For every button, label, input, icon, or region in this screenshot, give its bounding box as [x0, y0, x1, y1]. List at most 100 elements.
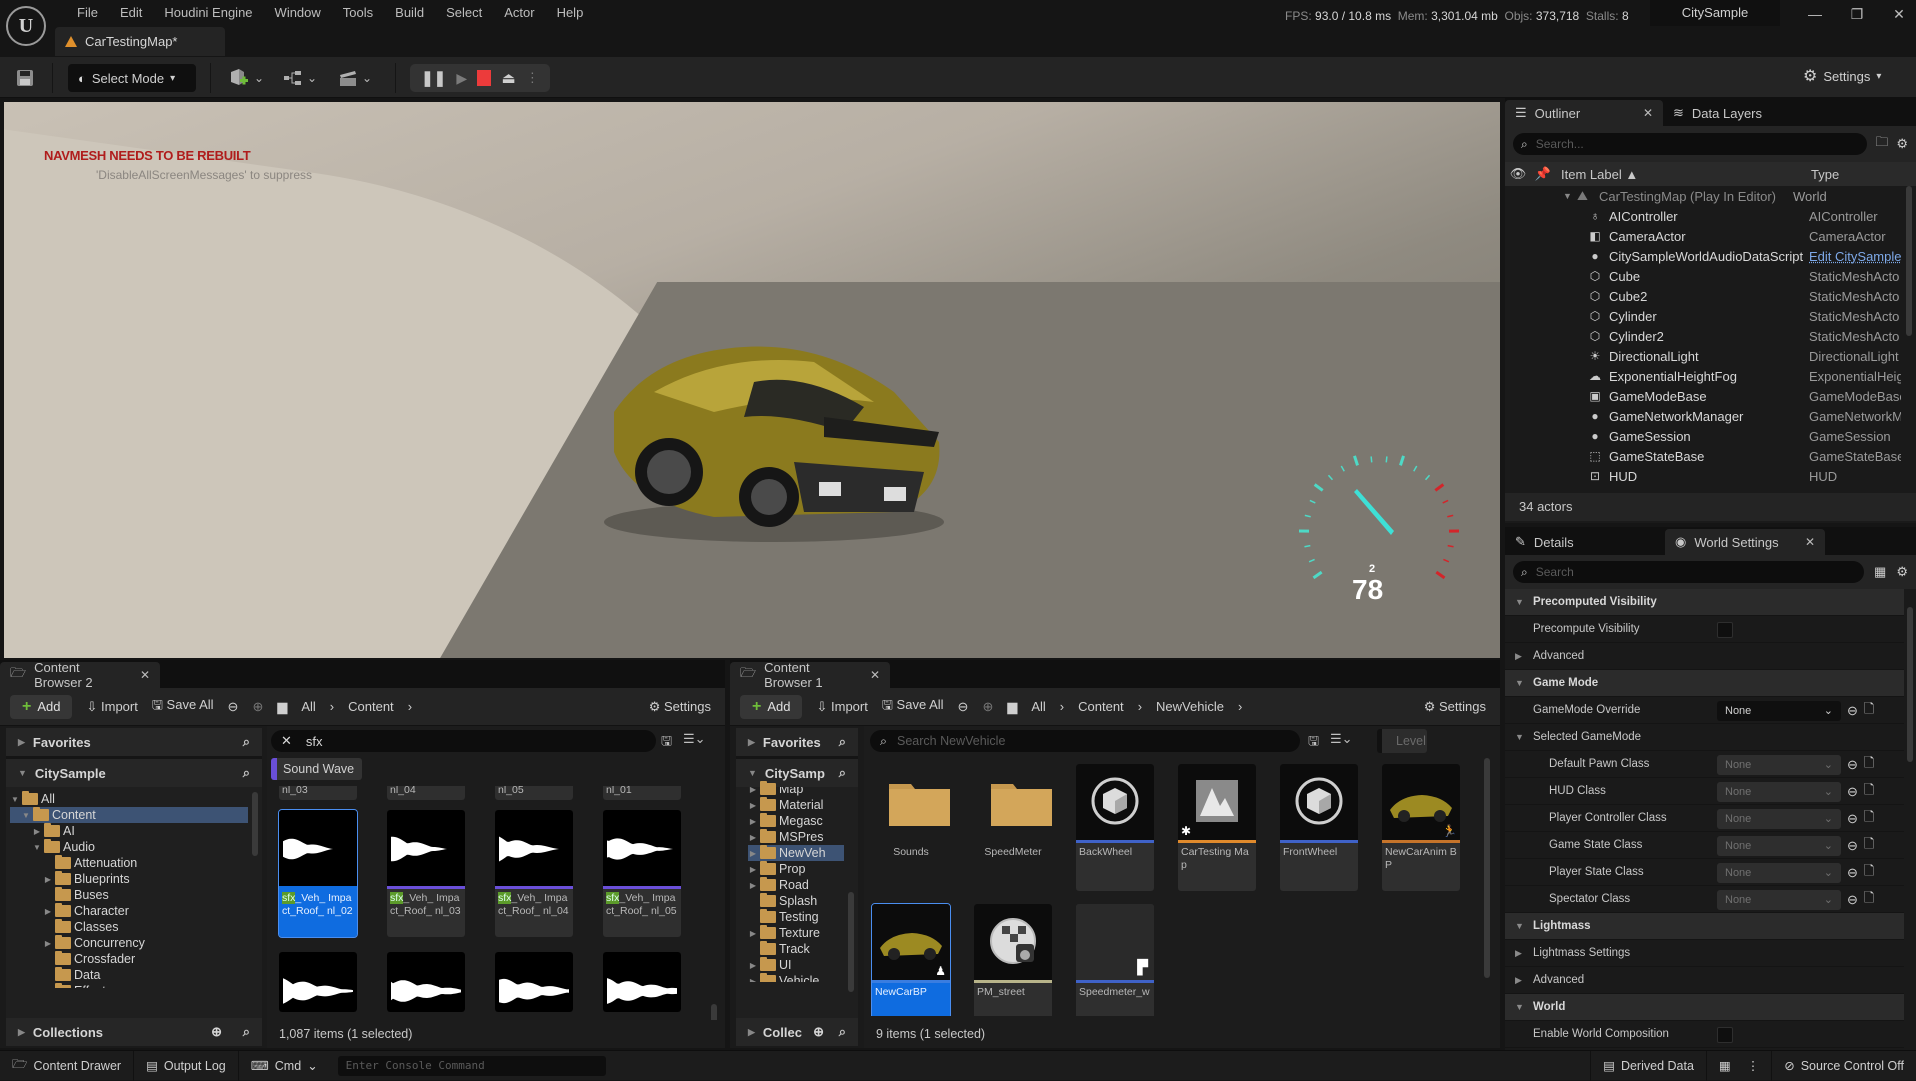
asset-tile-partial[interactable]: nl_01 — [603, 786, 681, 800]
unreal-logo-icon[interactable]: U — [6, 6, 46, 46]
column-item-label[interactable]: Item Label ▲ — [1555, 167, 1805, 182]
asset-tile[interactable]: ▛Speedmeter_w — [1076, 904, 1154, 1016]
outliner-row[interactable]: ⬡Cylinder2StaticMeshActo — [1505, 326, 1916, 346]
use-selected-icon[interactable]: ⊖ — [1847, 703, 1858, 719]
property-group[interactable]: ▶Lightmass Settings — [1505, 940, 1904, 967]
folder-tree-item[interactable]: ▶Texture — [748, 925, 844, 941]
add-collection-icon[interactable]: ⊕ — [211, 1024, 222, 1040]
class-picker-dropdown[interactable]: None⌄ — [1717, 890, 1841, 910]
breadcrumb-all[interactable]: All — [1031, 699, 1045, 714]
save-search-icon[interactable]: 🖫 — [661, 732, 672, 754]
favorites-header[interactable]: ▶Favorites⌕ — [6, 728, 262, 756]
class-picker-dropdown[interactable]: None⌄ — [1717, 836, 1841, 856]
folder-tree-item[interactable]: Data — [10, 967, 248, 983]
category-header[interactable]: ▼World — [1505, 994, 1904, 1021]
tree-scrollbar[interactable] — [848, 892, 854, 992]
add-button[interactable]: +Add — [10, 695, 72, 719]
folder-tree-item[interactable]: Buses — [10, 887, 248, 903]
table-view-icon[interactable]: ▦ — [1874, 564, 1886, 580]
menu-help[interactable]: Help — [546, 4, 595, 22]
import-button[interactable]: ⇩ Import — [816, 699, 867, 715]
asset-scrollbar[interactable] — [1484, 758, 1490, 978]
search-icon[interactable]: ⌕ — [839, 765, 846, 781]
class-picker-dropdown[interactable]: None⌄ — [1717, 809, 1841, 829]
sound-wave-asset-tile[interactable] — [495, 952, 573, 1012]
menu-houdini-engine[interactable]: Houdini Engine — [153, 4, 263, 22]
import-button[interactable]: ⇩ Import — [86, 699, 137, 715]
menu-file[interactable]: File — [66, 4, 109, 22]
expand-arrow-icon[interactable]: ▶ — [748, 929, 758, 938]
folder-tree-item[interactable]: Attenuation — [10, 855, 248, 871]
outliner-row[interactable]: ●GameNetworkManagerGameNetworkM — [1505, 406, 1916, 426]
category-header[interactable]: ▼Game Mode — [1505, 670, 1904, 697]
outliner-row[interactable]: ♁AIControllerAIController — [1505, 206, 1916, 226]
cb1-settings-button[interactable]: ⚙ Settings — [1424, 699, 1486, 715]
folder-tree-item[interactable]: Classes — [10, 919, 248, 935]
folder-tree-item[interactable]: ▶Road — [748, 877, 844, 893]
folder-tree-item[interactable]: Crossfader — [10, 951, 248, 967]
tab-data-layers[interactable]: ≋ Data Layers — [1663, 100, 1772, 126]
console-command-input[interactable]: Enter Console Command — [338, 1056, 606, 1076]
more-options-icon[interactable]: ⋮ — [1747, 1058, 1760, 1073]
expand-arrow-icon[interactable]: ▶ — [748, 977, 758, 983]
collapse-arrow-icon[interactable]: ▼ — [21, 811, 31, 820]
menu-select[interactable]: Select — [435, 4, 493, 22]
restore-button[interactable]: ❐ — [1842, 6, 1872, 26]
cb2-search-input[interactable]: ✕sfx — [271, 730, 656, 752]
collapse-arrow-icon[interactable]: ▼ — [10, 795, 20, 804]
browse-asset-icon[interactable]: 🗋 — [1864, 700, 1874, 722]
folder-tree-item[interactable]: Effects — [10, 983, 248, 988]
tab-content-browser-2[interactable]: 🗁 Content Browser 2 ✕ — [0, 662, 160, 688]
edit-script-link[interactable]: Edit CitySample — [1809, 249, 1901, 264]
checkbox[interactable] — [1717, 622, 1733, 638]
outliner-row[interactable]: ●CitySampleWorldAudioDataScriptEdit City… — [1505, 246, 1916, 266]
folder-tree-item[interactable]: ▶AI — [10, 823, 248, 839]
chevron-right-icon[interactable]: › — [1060, 699, 1064, 714]
category-header[interactable]: ▼Precomputed Visibility — [1505, 589, 1904, 616]
project-header[interactable]: ▼CitySampl⌕ — [736, 759, 858, 787]
asset-tile-partial[interactable]: nl_03 — [279, 786, 357, 800]
asset-tile[interactable]: ✱CarTesting Map — [1178, 764, 1256, 891]
breadcrumb-all[interactable]: All — [301, 699, 315, 714]
tree-scrollbar[interactable] — [252, 792, 258, 856]
gear-icon[interactable]: ⚙ — [1896, 564, 1908, 580]
checkbox[interactable] — [1717, 1027, 1733, 1043]
derived-data-button[interactable]: ▤Derived Data — [1590, 1051, 1707, 1081]
asset-tile-partial[interactable]: nl_05 — [495, 786, 573, 800]
use-selected-icon[interactable]: ⊖ — [1847, 865, 1858, 881]
gear-icon[interactable]: ⚙ — [1896, 136, 1908, 152]
use-selected-icon[interactable]: ⊖ — [1847, 784, 1858, 800]
close-icon[interactable]: ✕ — [870, 668, 880, 682]
blueprints-button[interactable]: ⌄ — [283, 65, 317, 91]
visibility-eye-icon[interactable]: 👁 — [1505, 166, 1531, 182]
outliner-row[interactable]: ⬡CylinderStaticMeshActo — [1505, 306, 1916, 326]
cb2-settings-button[interactable]: ⚙ Settings — [649, 699, 711, 715]
collapse-arrow-icon[interactable]: ▼ — [32, 843, 42, 852]
outliner-row[interactable]: ⊡HUDHUD — [1505, 466, 1916, 486]
sound-wave-asset-tile[interactable] — [603, 952, 681, 1012]
tab-outliner[interactable]: ☰ Outliner ✕ — [1505, 100, 1663, 126]
select-mode-dropdown[interactable]: ◐ Select Mode ▾ — [68, 64, 196, 92]
folder-tree-item[interactable]: ▶NewVeh — [748, 845, 844, 861]
browse-asset-icon[interactable]: 🗋 — [1864, 754, 1874, 776]
chevron-right-icon[interactable]: › — [408, 699, 412, 714]
expand-arrow-icon[interactable]: ▶ — [43, 907, 53, 916]
class-picker-dropdown[interactable]: None⌄ — [1717, 863, 1841, 883]
trace-button[interactable]: ▦⋮ — [1707, 1051, 1772, 1081]
close-icon[interactable]: ✕ — [140, 668, 150, 682]
cb1-search-input[interactable]: ⌕Search NewVehicle — [870, 730, 1300, 752]
back-button[interactable]: ⊖ — [958, 699, 969, 715]
clear-search-icon[interactable]: ✕ — [281, 733, 292, 749]
add-actor-button[interactable]: ⌄ — [228, 65, 264, 91]
folder-tree-item[interactable]: ▼Audio — [10, 839, 248, 855]
expand-arrow-icon[interactable]: ▶ — [748, 833, 758, 842]
asset-tile[interactable]: 🏃NewCarAnim BP — [1382, 764, 1460, 891]
chevron-right-icon[interactable]: › — [1238, 699, 1242, 714]
outliner-row[interactable]: ⬡CubeStaticMeshActo — [1505, 266, 1916, 286]
details-scrollbar[interactable] — [1907, 607, 1913, 762]
level-tab[interactable]: CarTestingMap* — [55, 27, 225, 56]
cmd-dropdown[interactable]: ⌨Cmd⌄ — [239, 1051, 330, 1081]
play-options-button[interactable]: ⋮ — [526, 70, 539, 86]
pin-icon[interactable]: 📌 — [1531, 166, 1555, 182]
category-header[interactable]: ▼Lightmass — [1505, 913, 1904, 940]
